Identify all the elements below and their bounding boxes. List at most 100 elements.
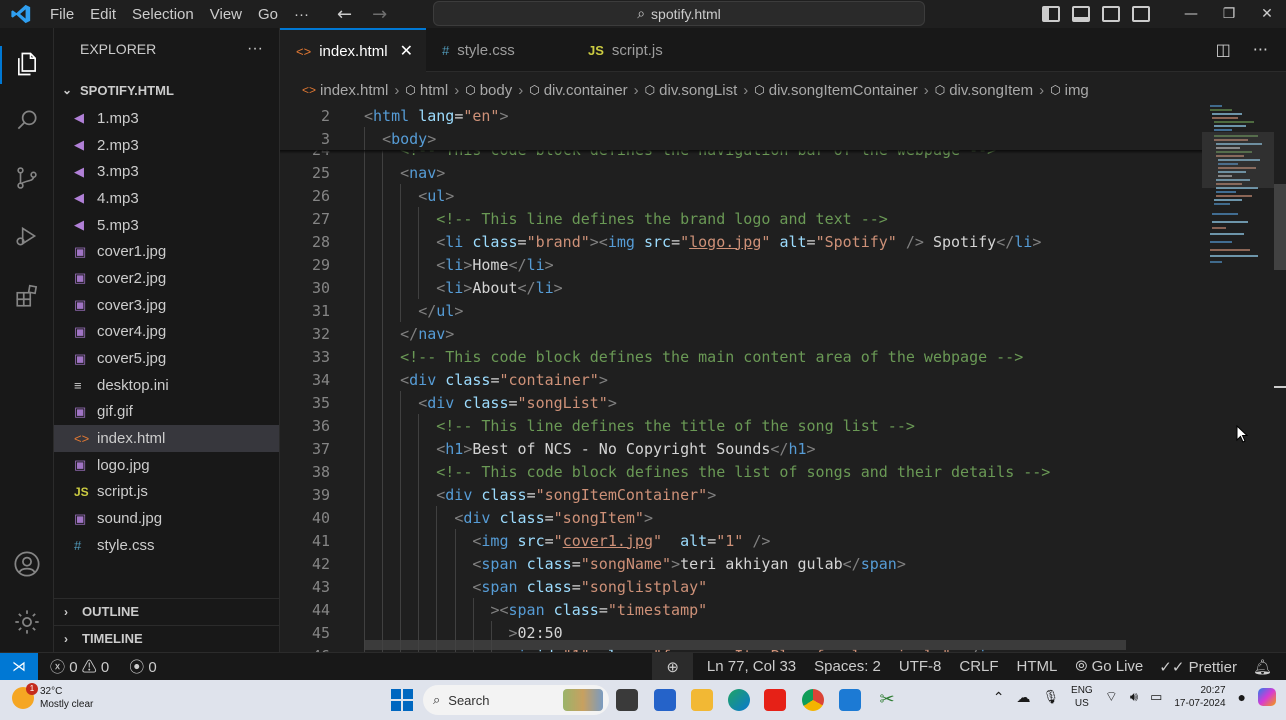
scroll-thumb[interactable] xyxy=(1274,184,1286,270)
windows-start-icon[interactable] xyxy=(391,689,413,711)
breadcrumb-item[interactable]: div.songItem xyxy=(949,82,1033,99)
file-item[interactable]: ◀ 3.mp3 xyxy=(54,158,279,185)
file-item[interactable]: ◀ 2.mp3 xyxy=(54,132,279,159)
ports-status[interactable]: ⦿ 0 xyxy=(123,656,163,677)
battery-icon[interactable]: ▭ xyxy=(1150,689,1162,705)
wifi-icon[interactable]: ⌔ xyxy=(1105,688,1118,706)
menu-view[interactable]: View xyxy=(202,6,250,23)
extensions-icon[interactable] xyxy=(11,280,43,312)
menu-edit[interactable]: Edit xyxy=(82,6,124,23)
breadcrumb-item[interactable]: div.songItemContainer xyxy=(769,82,918,99)
prettier-button[interactable]: ✓✓ Prettier xyxy=(1153,658,1243,676)
code-line[interactable]: 32 </nav> xyxy=(280,322,1202,345)
workspace-folder[interactable]: ⌄ SPOTIFY.HTML xyxy=(54,78,279,102)
minimap-viewport[interactable] xyxy=(1202,132,1274,188)
account-icon[interactable] xyxy=(11,548,43,580)
code-line[interactable]: 30 <li>About</li> xyxy=(280,276,1202,299)
file-item[interactable]: ▣ gif.gif xyxy=(54,399,279,426)
code-line[interactable]: 31 </ul> xyxy=(280,299,1202,322)
code-line[interactable]: 3 <body> xyxy=(280,127,1202,150)
edge-icon[interactable] xyxy=(728,689,750,711)
file-item[interactable]: ▣ cover3.jpg xyxy=(54,292,279,319)
code-line[interactable]: 39 <div class="songItemContainer"> xyxy=(280,483,1202,506)
restore-icon[interactable]: ❐ xyxy=(1210,6,1248,22)
language-mode[interactable]: HTML xyxy=(1011,658,1064,675)
language-indicator[interactable]: ENG US xyxy=(1071,684,1093,710)
code-line[interactable]: 26 <ul> xyxy=(280,184,1202,207)
file-item[interactable]: ▣ cover1.jpg xyxy=(54,238,279,265)
code-line[interactable]: 27 <!-- This line defines the brand logo… xyxy=(280,207,1202,230)
code-line[interactable]: 33 <!-- This code block defines the main… xyxy=(280,345,1202,368)
toggle-primary-sidebar-icon[interactable] xyxy=(1042,6,1060,22)
arrow-left-icon[interactable]: ← xyxy=(337,4,352,25)
command-center[interactable]: ⌕ spotify.html xyxy=(433,1,925,26)
taskbar-search[interactable]: ⌕ Search xyxy=(423,685,609,715)
zoom-icon[interactable]: ⊕ xyxy=(652,653,693,680)
file-item[interactable]: JS script.js xyxy=(54,479,279,506)
vscode-taskbar-icon[interactable] xyxy=(839,689,861,711)
code-line[interactable]: 29 <li>Home</li> xyxy=(280,253,1202,276)
timeline-section[interactable]: › TIMELINE xyxy=(54,625,280,651)
code-line[interactable]: 35 <div class="songList"> xyxy=(280,391,1202,414)
explorer-icon[interactable] xyxy=(11,48,43,80)
task-view-icon[interactable] xyxy=(616,689,638,711)
microphone-icon[interactable]: 🎙︎ xyxy=(1043,689,1060,705)
clock[interactable]: 20:27 17-07-2024 xyxy=(1174,684,1225,710)
code-editor[interactable]: 2<html lang="en">3 <body>24 <!-- This co… xyxy=(280,104,1202,652)
file-explorer-icon[interactable] xyxy=(691,689,713,711)
notification-icon[interactable]: ● xyxy=(1238,689,1246,705)
breadcrumb-item[interactable]: index.html xyxy=(320,82,388,99)
problems-status[interactable]: ⓧ 0 ⚠ 0 xyxy=(44,656,115,677)
menu-selection[interactable]: Selection xyxy=(124,6,202,23)
file-item[interactable]: ▣ cover4.jpg xyxy=(54,319,279,346)
file-item[interactable]: ▣ cover2.jpg xyxy=(54,265,279,292)
file-item[interactable]: ▣ cover5.jpg xyxy=(54,345,279,372)
code-line[interactable]: 38 <!-- This code block defines the list… xyxy=(280,460,1202,483)
code-line[interactable]: 41 <img src="cover1.jpg" alt="1" /> xyxy=(280,529,1202,552)
source-control-icon[interactable] xyxy=(11,162,43,194)
file-item[interactable]: ▣ logo.jpg xyxy=(54,452,279,479)
code-line[interactable]: 40 <div class="songItem"> xyxy=(280,506,1202,529)
tab-style-css[interactable]: # style.css xyxy=(426,28,572,72)
file-item[interactable]: ◀ 5.mp3 xyxy=(54,212,279,239)
chrome-icon[interactable] xyxy=(802,689,824,711)
more-actions-icon[interactable]: ··· xyxy=(1253,40,1268,59)
encoding[interactable]: UTF-8 xyxy=(893,658,948,675)
breadcrumb-item[interactable]: body xyxy=(480,82,513,99)
outline-section[interactable]: › OUTLINE xyxy=(54,598,280,624)
customize-layout-icon[interactable] xyxy=(1132,6,1150,22)
vertical-scrollbar[interactable] xyxy=(1274,104,1286,652)
code-line[interactable]: 2 <html lang="en"> xyxy=(280,104,1202,127)
snipping-tool-icon[interactable]: ✂ xyxy=(876,689,898,711)
tab-script-js[interactable]: JS script.js xyxy=(572,28,712,72)
horizontal-scrollbar[interactable] xyxy=(364,640,1126,650)
file-item[interactable]: <> index.html xyxy=(54,425,279,452)
toggle-panel-icon[interactable] xyxy=(1072,6,1090,22)
arrow-right-icon[interactable]: → xyxy=(372,4,387,25)
file-item[interactable]: # style.css xyxy=(54,532,279,559)
breadcrumb-item[interactable]: html xyxy=(420,82,448,99)
explorer-more-icon[interactable]: ··· xyxy=(247,40,263,58)
store-icon[interactable] xyxy=(654,689,676,711)
manage-gear-icon[interactable] xyxy=(11,606,43,638)
tab-index-html[interactable]: <> index.html ✕ xyxy=(280,28,426,72)
copilot-icon[interactable] xyxy=(1258,688,1276,706)
file-item[interactable]: ▣ sound.jpg xyxy=(54,505,279,532)
code-line[interactable]: 34 <div class="container"> xyxy=(280,368,1202,391)
search-icon[interactable] xyxy=(11,104,43,136)
weather-widget[interactable]: 1 32°C Mostly clear xyxy=(12,683,93,711)
code-line[interactable]: 37 <h1>Best of NCS - No Copyright Sounds… xyxy=(280,437,1202,460)
menu-more[interactable]: ··· xyxy=(286,6,317,23)
volume-icon[interactable]: 🔊︎ xyxy=(1130,689,1138,705)
breadcrumb-item[interactable]: div.songList xyxy=(659,82,737,99)
file-item[interactable]: ◀ 4.mp3 xyxy=(54,185,279,212)
go-live-button[interactable]: ⦾ Go Live xyxy=(1069,658,1149,675)
toggle-secondary-sidebar-icon[interactable] xyxy=(1102,6,1120,22)
code-line[interactable]: 25 <nav> xyxy=(280,161,1202,184)
code-line[interactable]: 44 ><span class="timestamp" xyxy=(280,598,1202,621)
breadcrumb-item[interactable]: div.container xyxy=(544,82,628,99)
breadcrumb-item[interactable]: img xyxy=(1065,82,1089,99)
file-item[interactable]: ≡ desktop.ini xyxy=(54,372,279,399)
youtube-icon[interactable] xyxy=(764,689,786,711)
close-tab-icon[interactable]: ✕ xyxy=(400,41,413,61)
